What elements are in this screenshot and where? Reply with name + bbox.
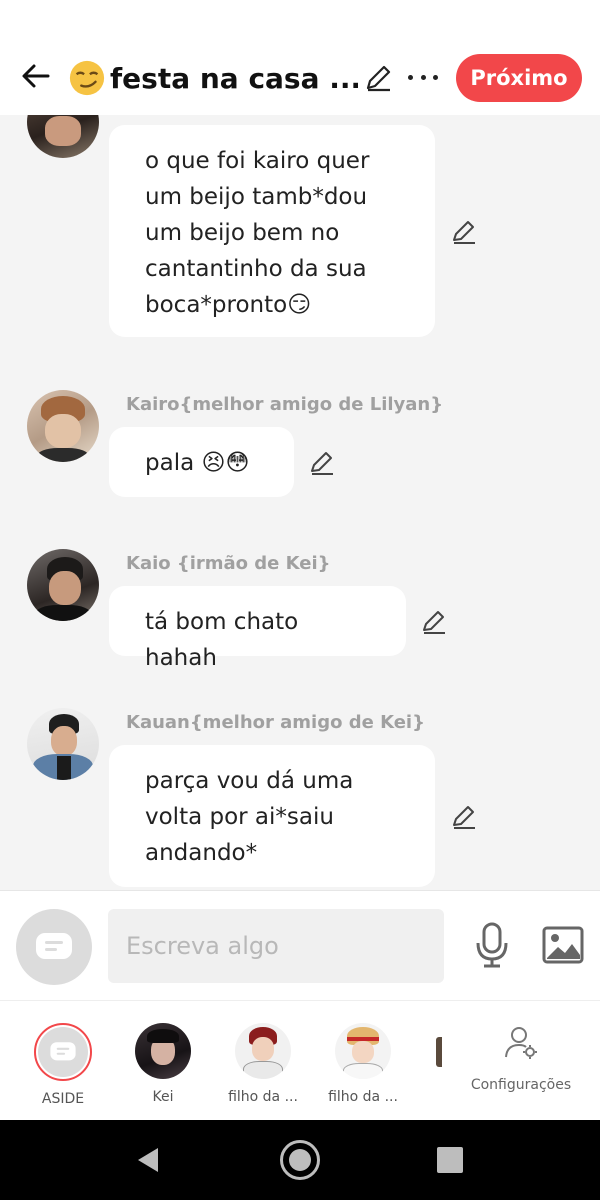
sender-name: Kauan{melhor amigo de Kei}: [126, 712, 425, 733]
avatar[interactable]: [27, 708, 99, 780]
chat-bubble-icon: [36, 933, 72, 959]
character-aside[interactable]: ASIDE: [13, 1023, 113, 1107]
image-icon[interactable]: [542, 925, 584, 965]
character-kei[interactable]: Kei: [113, 1023, 213, 1105]
message-bubble: tá bom chato hahah: [109, 586, 406, 671]
chat-title[interactable]: festa na casa ...: [68, 56, 358, 100]
avatar[interactable]: [27, 390, 99, 462]
message-bubble: pala 😣😳: [109, 427, 294, 497]
character-label: filho da ...: [328, 1089, 398, 1105]
character-label: Kei: [152, 1089, 174, 1105]
character-label: ASIDE: [41, 1091, 85, 1107]
chat-title-text: festa na casa ...: [110, 61, 358, 95]
edit-pencil-icon[interactable]: [362, 62, 394, 94]
avatar: [335, 1023, 391, 1079]
avatar: [135, 1023, 191, 1079]
avatar: [235, 1023, 291, 1079]
nav-home-icon[interactable]: [280, 1140, 320, 1180]
edit-pencil-icon[interactable]: [450, 218, 478, 246]
message-bubble: parça vou dá uma volta por ai*saiu andan…: [109, 745, 435, 887]
message-input[interactable]: Escreva algo: [108, 909, 444, 983]
back-arrow-icon[interactable]: [18, 58, 54, 94]
sender-name: Kaio {irmão de Kei}: [126, 553, 331, 574]
settings-button[interactable]: Configurações: [466, 1025, 576, 1093]
avatar: [34, 1023, 92, 1081]
system-nav-bar: [0, 1120, 600, 1200]
avatar[interactable]: [27, 115, 99, 158]
character-partial[interactable]: [436, 1037, 442, 1067]
character-label: filho da ...: [228, 1089, 298, 1105]
message-input-bar: Escreva algo: [0, 890, 600, 1000]
character-bar: ASIDE Kei filho da ... filho da ... Conf…: [0, 1000, 600, 1120]
nav-back-icon[interactable]: [134, 1146, 162, 1174]
smirk-emoji-icon: [69, 60, 105, 96]
top-bar: festa na casa ... Próximo: [0, 0, 600, 115]
chat-bubble-icon: [50, 1042, 76, 1061]
microphone-icon[interactable]: [472, 921, 512, 969]
nav-recent-icon[interactable]: [437, 1147, 463, 1173]
avatar[interactable]: [27, 549, 99, 621]
character-filho-1[interactable]: filho da ...: [213, 1023, 313, 1105]
next-button[interactable]: Próximo: [456, 54, 582, 102]
more-dots-icon[interactable]: [408, 62, 438, 92]
edit-pencil-icon[interactable]: [420, 608, 448, 636]
sender-name: Kairo{melhor amigo de Lilyan}: [126, 394, 444, 415]
aside-toggle-button[interactable]: [16, 909, 92, 985]
settings-person-icon: [505, 1027, 537, 1059]
edit-pencil-icon[interactable]: [308, 449, 336, 477]
message-bubble: o que foi kairo quer um beijo tamb*dou u…: [109, 125, 435, 337]
chat-area[interactable]: o que foi kairo quer um beijo tamb*dou u…: [0, 115, 600, 890]
settings-label: Configurações: [470, 1077, 572, 1093]
edit-pencil-icon[interactable]: [450, 803, 478, 831]
character-filho-2[interactable]: filho da ...: [313, 1023, 413, 1105]
